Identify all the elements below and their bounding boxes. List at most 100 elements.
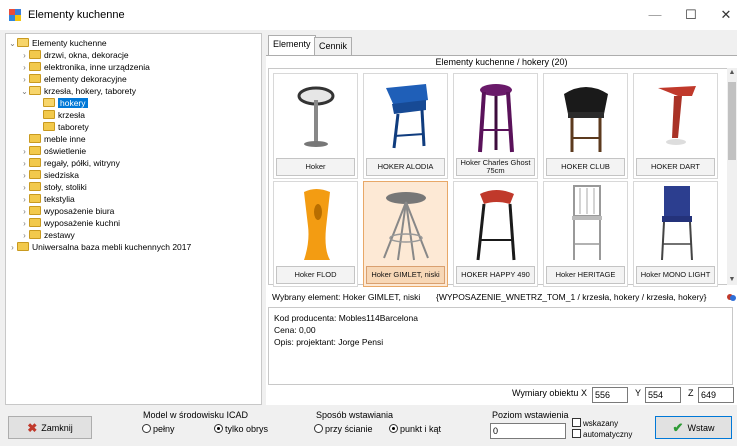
scroll-down-icon[interactable]: ▼ — [727, 275, 737, 285]
element-details: Kod producenta: Mobles114Barcelona Cena:… — [268, 307, 733, 385]
level-auto-checkbox[interactable]: automatyczny — [572, 429, 632, 439]
radio-icon — [314, 424, 323, 433]
folder-icon — [29, 194, 41, 203]
model-outline-radio[interactable]: tylko obrys — [214, 424, 268, 434]
tree-node[interactable]: › drzwi, okna, dekoracje — [20, 49, 129, 61]
folder-icon — [29, 170, 41, 179]
insert-wall-radio[interactable]: przy ścianie — [314, 424, 373, 434]
gallery-item[interactable]: Hoker HERITAGE — [543, 181, 628, 287]
gallery-scrollbar[interactable]: ▲ ▼ — [727, 68, 737, 285]
dim-z-label: Z — [688, 388, 694, 398]
stool-thumbnail — [476, 190, 516, 261]
gallery-title: Elementy kuchenne / hokery (20) — [435, 57, 568, 67]
folder-icon — [29, 158, 41, 167]
folder-icon — [17, 242, 29, 251]
gallery-item[interactable]: Hoker Charles Ghost 75cm — [453, 73, 538, 179]
close-window-button[interactable]: ✕ — [707, 0, 737, 30]
chevron-down-icon[interactable]: ⌄ — [20, 86, 29, 98]
dim-y-input[interactable]: 554 — [645, 387, 681, 403]
stool-thumbnail — [478, 84, 514, 153]
gallery-item-selected[interactable]: Hoker GIMLET, niski — [363, 181, 448, 287]
gallery-item[interactable]: HOKER HAPPY 490 — [453, 181, 538, 287]
model-full-radio[interactable]: pełny — [142, 424, 175, 434]
tree-node-root[interactable]: ⌄ Elementy kuchenne — [8, 37, 107, 49]
folder-icon — [29, 182, 41, 191]
folder-icon — [29, 206, 41, 215]
category-tree[interactable]: ⌄ Elementy kuchenne › drzwi, okna, dekorac… — [5, 33, 262, 405]
checkmark-icon: ✔ — [672, 419, 684, 435]
item-caption: Hoker — [276, 158, 355, 176]
tree-node[interactable]: krzesła — [43, 109, 85, 121]
tree-node[interactable]: › wyposażenie biura — [20, 205, 114, 217]
item-caption: HOKER CLUB — [546, 158, 625, 176]
window-title: Elementy kuchenne — [28, 9, 125, 21]
insert-button[interactable]: ✔ Wstaw — [655, 416, 732, 439]
minimize-button[interactable]: — — [636, 0, 674, 30]
tree-node[interactable]: › stoły, stoliki — [20, 181, 87, 193]
tree-node[interactable]: ⌄ krzesła, hokery, taborety — [20, 85, 136, 97]
title-bar: Elementy kuchenne — ☐ ✕ — [0, 0, 737, 30]
scroll-up-icon[interactable]: ▲ — [727, 68, 737, 78]
tree-node[interactable]: › tekstylia — [20, 193, 75, 205]
stool-thumbnail — [658, 86, 696, 145]
folder-open-icon — [43, 98, 55, 107]
stool-thumbnail — [383, 192, 429, 261]
gallery-item[interactable]: HOKER ALODIA — [363, 73, 448, 179]
item-caption: HOKER ALODIA — [366, 158, 445, 176]
folder-icon — [29, 230, 41, 239]
gallery-item[interactable]: Hoker MONO LIGHT — [633, 181, 718, 287]
model-group-label: Model w środowisku ICAD — [143, 410, 249, 420]
folder-open-icon — [17, 38, 29, 47]
item-caption: Hoker FLOD — [276, 266, 355, 284]
tree-node[interactable]: › regały, półki, witryny — [20, 157, 120, 169]
tree-node[interactable]: taborety — [43, 121, 89, 133]
folder-icon — [29, 134, 41, 143]
item-caption: Hoker Charles Ghost 75cm — [456, 158, 535, 176]
gallery-item[interactable]: HOKER DART — [633, 73, 718, 179]
stool-thumbnail — [304, 189, 330, 260]
level-pointed-checkbox[interactable]: wskazany — [572, 418, 618, 428]
tree-node[interactable]: › elementy dekoracyjne — [20, 73, 127, 85]
tab-cennik[interactable]: Cennik — [314, 37, 353, 55]
insert-point-radio[interactable]: punkt i kąt — [389, 424, 441, 434]
tree-node-selected[interactable]: hokery — [43, 97, 88, 109]
level-input[interactable]: 0 — [490, 423, 566, 439]
item-caption: HOKER HAPPY 490 — [456, 266, 535, 284]
selected-element-label: Wybrany element: Hoker GIMLET, niski — [272, 292, 421, 302]
tree-node[interactable]: › siedziska — [20, 169, 79, 181]
gallery-item[interactable]: Hoker FLOD — [273, 181, 358, 287]
chevron-down-icon[interactable]: ⌄ — [8, 38, 17, 50]
gallery-item[interactable]: Hoker — [273, 73, 358, 179]
dim-y-label: Y — [635, 388, 642, 398]
folder-icon — [29, 74, 41, 83]
dim-x-input[interactable]: 556 — [592, 387, 628, 403]
tree-node[interactable]: › oświetlenie — [20, 145, 86, 157]
app-icon — [9, 9, 21, 21]
stool-thumbnail — [297, 86, 335, 147]
maximize-button[interactable]: ☐ — [672, 0, 710, 30]
gallery-item[interactable]: HOKER CLUB — [543, 73, 628, 179]
stool-thumbnail — [572, 185, 602, 260]
tree-node[interactable]: › zestawy — [20, 229, 75, 241]
checkbox-icon — [572, 429, 581, 438]
tab-elementy[interactable]: Elementy — [268, 35, 316, 55]
price: Cena: 0,00 — [274, 325, 316, 335]
checkbox-icon — [572, 418, 581, 427]
close-button[interactable]: ✖ Zamknij — [8, 416, 92, 439]
tree-node[interactable]: › wyposażenie kuchni — [20, 217, 120, 229]
stool-thumbnail — [386, 84, 428, 149]
tree-node[interactable]: › elektronika, inne urządzenia — [20, 61, 150, 73]
library-icon[interactable] — [727, 293, 736, 302]
tree-node[interactable]: meble inne — [29, 133, 86, 145]
dim-z-input[interactable]: 649 — [698, 387, 734, 403]
selection-info: Wybrany element: Hoker GIMLET, niski {WY… — [268, 291, 737, 304]
folder-icon — [43, 110, 55, 119]
stool-thumbnail — [661, 186, 693, 261]
tree-node-root-2[interactable]: › Uniwersalna baza mebli kuchennych 2017 — [8, 241, 191, 253]
folder-icon — [43, 122, 55, 131]
item-caption: Hoker MONO LIGHT — [636, 266, 715, 284]
item-caption: HOKER DART — [636, 158, 715, 176]
description: Opis: projektant: Jorge Pensi — [274, 337, 384, 347]
chevron-right-icon[interactable]: › — [8, 242, 17, 254]
scroll-thumb[interactable] — [728, 82, 736, 160]
